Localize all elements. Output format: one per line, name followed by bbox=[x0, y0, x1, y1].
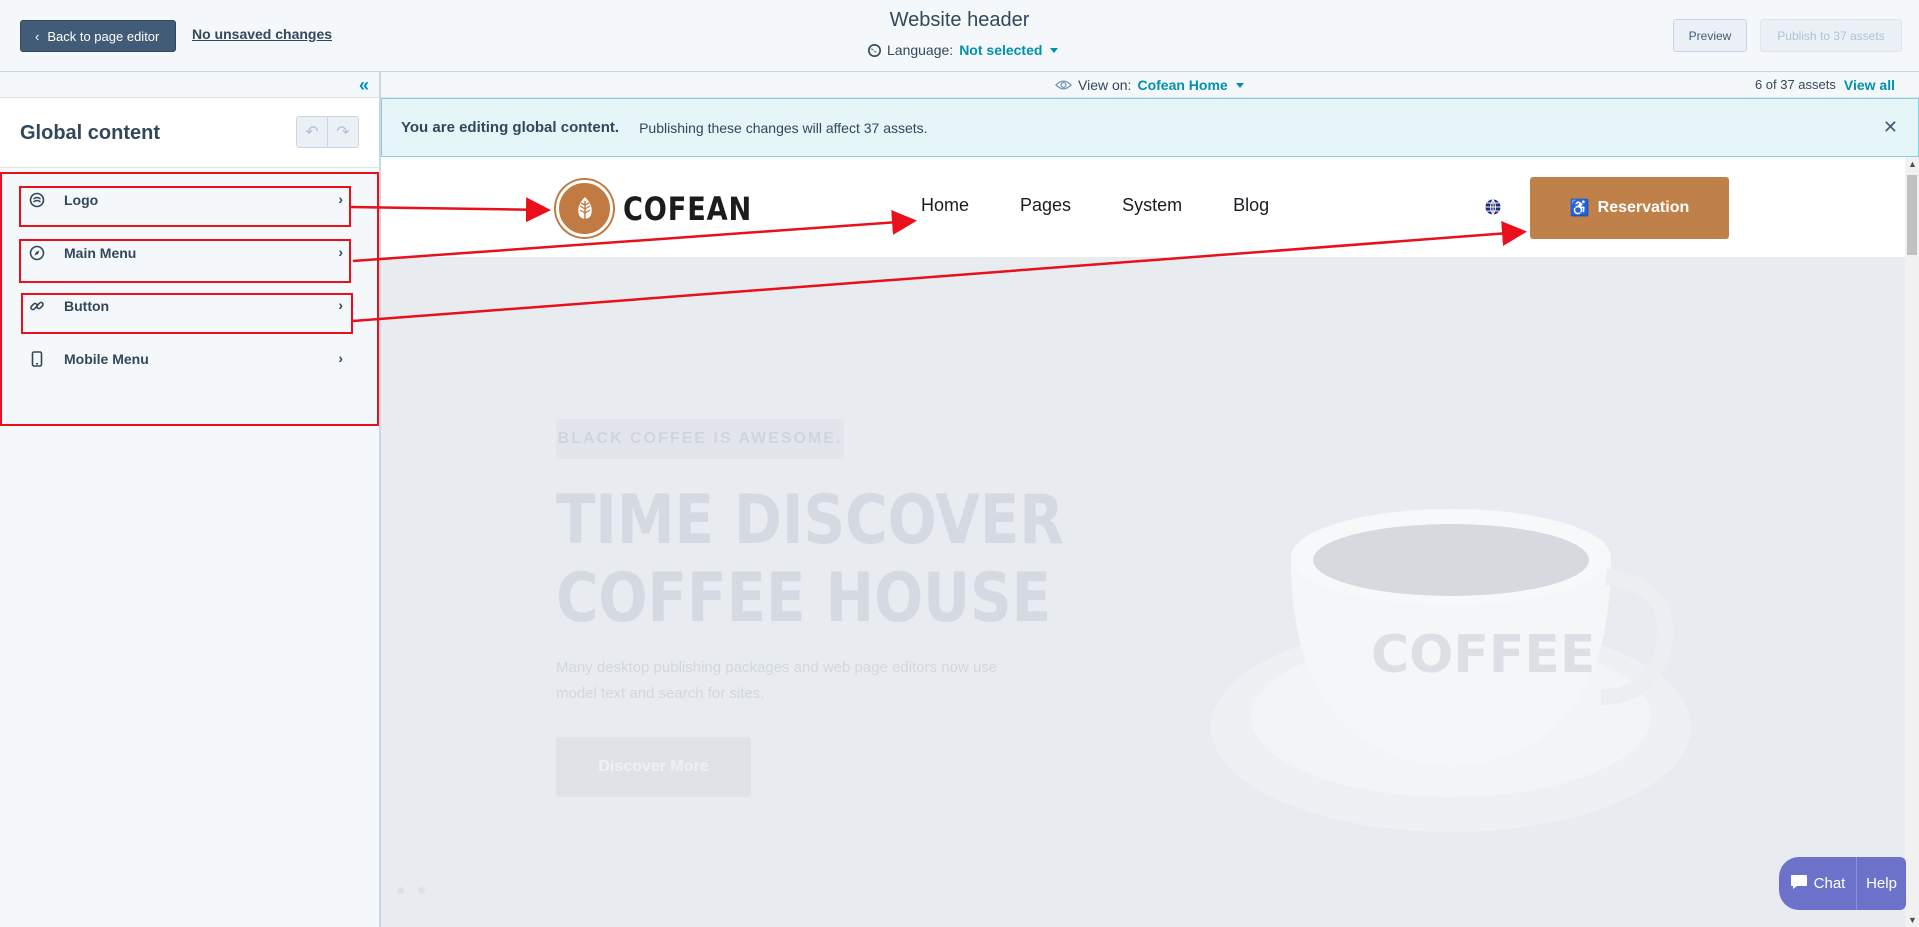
slider-dot[interactable] bbox=[418, 887, 425, 894]
nav-item-home[interactable]: Home bbox=[921, 195, 969, 216]
discover-more-button[interactable]: Discover More bbox=[556, 737, 751, 797]
accessibility-icon: ♿ bbox=[1569, 200, 1590, 217]
globe-icon bbox=[868, 43, 881, 57]
logo-text: COFEAN bbox=[623, 189, 753, 228]
site-header: COFEAN Home Pages System Blog ♿ Reservat… bbox=[381, 157, 1905, 257]
coffee-cup-image: COFFEE bbox=[1211, 509, 1691, 832]
hero-title-line-1: TIME DISCOVER bbox=[556, 481, 1064, 560]
scroll-down-icon[interactable]: ▼ bbox=[1908, 915, 1917, 925]
banner-title: You are editing global content. bbox=[401, 119, 620, 136]
language-label: Language: bbox=[887, 42, 954, 58]
assets-count: 6 of 37 assets bbox=[1754, 77, 1836, 92]
view-all-link[interactable]: View all bbox=[1844, 77, 1895, 93]
hero-section: BLACK COFFEE IS AWESOME. TIME DISCOVER C… bbox=[381, 257, 1905, 927]
reservation-label: Reservation bbox=[1597, 199, 1690, 216]
scroll-up-icon[interactable]: ▲ bbox=[1908, 159, 1917, 169]
cup-text: COFFEE bbox=[1371, 625, 1595, 685]
site-logo[interactable]: COFEAN bbox=[556, 180, 775, 237]
view-on-bar: View on: Cofean Home 6 of 37 assets View… bbox=[381, 72, 1919, 98]
globe-icon[interactable] bbox=[1484, 198, 1502, 216]
hero-title: TIME DISCOVER COFFEE HOUSE bbox=[556, 482, 1064, 638]
editor-topbar: ‹ Back to page editor No unsaved changes… bbox=[0, 0, 1919, 72]
slider-dots bbox=[397, 887, 425, 894]
hero-tagline: BLACK COFFEE IS AWESOME. bbox=[556, 419, 844, 459]
caret-down-icon bbox=[1050, 47, 1059, 53]
nav-item-system[interactable]: System bbox=[1122, 195, 1182, 216]
hero-title-line-2: COFFEE HOUSE bbox=[556, 559, 1052, 638]
chat-label: Chat bbox=[1813, 875, 1846, 892]
collapse-sidebar-icon[interactable]: « bbox=[359, 76, 369, 94]
banner-text: Publishing these changes will affect 37 … bbox=[639, 119, 928, 136]
nav-item-pages[interactable]: Pages bbox=[1020, 195, 1071, 216]
site-preview: COFEAN Home Pages System Blog ♿ Reservat… bbox=[381, 157, 1905, 927]
scrollbar-thumb[interactable] bbox=[1907, 175, 1917, 255]
hero-description: Many desktop publishing packages and web… bbox=[556, 659, 998, 702]
caret-down-icon bbox=[1235, 82, 1244, 88]
annotation-box-button bbox=[21, 293, 353, 334]
slider-dot[interactable] bbox=[397, 887, 404, 894]
chat-help-widget: Chat Help bbox=[1779, 857, 1906, 910]
global-content-banner: You are editing global content. Publishi… bbox=[381, 98, 1919, 157]
page-title: Website header bbox=[889, 9, 1030, 31]
main-menu: Home Pages System Blog bbox=[921, 195, 1320, 216]
redo-icon[interactable]: ↷ bbox=[327, 117, 358, 147]
sidebar-title: Global content bbox=[20, 122, 160, 144]
chat-bubble-icon bbox=[1790, 874, 1808, 894]
view-on-selector[interactable]: View on: Cofean Home bbox=[1055, 77, 1244, 93]
language-selector[interactable]: Language: Not selected bbox=[868, 42, 1059, 58]
language-value[interactable]: Not selected bbox=[959, 42, 1042, 58]
help-button[interactable]: Help bbox=[1857, 857, 1906, 910]
sidebar-collapse-row: « bbox=[0, 72, 379, 98]
nav-item-blog[interactable]: Blog bbox=[1233, 195, 1269, 216]
annotation-box-logo bbox=[19, 186, 351, 227]
latte-art-icon bbox=[556, 180, 613, 237]
publish-button[interactable]: Publish to 37 assets bbox=[1760, 19, 1902, 52]
eye-icon bbox=[1055, 80, 1072, 90]
assets-counter: 6 of 37 assets View all bbox=[1755, 77, 1895, 93]
reservation-button[interactable]: ♿ Reservation bbox=[1530, 177, 1729, 239]
sidebar-header: Global content ↶ ↷ bbox=[0, 98, 379, 168]
undo-icon[interactable]: ↶ bbox=[297, 117, 327, 147]
chat-button[interactable]: Chat bbox=[1779, 857, 1857, 910]
close-icon[interactable]: ✕ bbox=[1883, 117, 1898, 138]
undo-redo-group: ↶ ↷ bbox=[296, 116, 359, 148]
view-on-label: View on: bbox=[1078, 77, 1132, 93]
annotation-box-main-menu bbox=[19, 239, 351, 283]
view-on-value[interactable]: Cofean Home bbox=[1137, 77, 1227, 93]
preview-scrollbar[interactable]: ▲ ▼ bbox=[1905, 157, 1919, 927]
preview-button[interactable]: Preview bbox=[1673, 19, 1747, 52]
